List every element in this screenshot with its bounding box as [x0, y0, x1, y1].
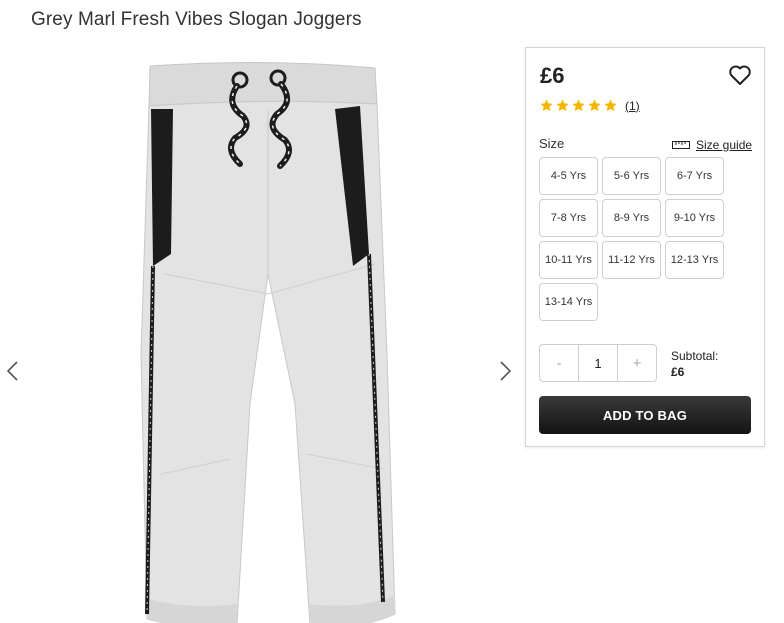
size-label: Size: [539, 136, 565, 151]
size-option-button[interactable]: 8-9 Yrs: [602, 199, 661, 237]
quantity-decrement-button[interactable]: -: [540, 345, 578, 381]
size-option-button[interactable]: 5-6 Yrs: [602, 157, 661, 195]
star-icon: [540, 99, 553, 112]
chevron-right-icon: [500, 361, 512, 381]
star-icon: [588, 99, 601, 112]
subtotal: Subtotal: £6: [671, 348, 718, 380]
wishlist-button[interactable]: [728, 64, 752, 86]
product-gallery: [0, 44, 520, 623]
size-option-button[interactable]: 6-7 Yrs: [665, 157, 724, 195]
size-option-button[interactable]: 10-11 Yrs: [539, 241, 598, 279]
add-to-bag-button[interactable]: ADD TO BAG: [539, 396, 751, 434]
review-count-link[interactable]: (1): [625, 99, 640, 113]
subtotal-label: Subtotal:: [671, 349, 719, 363]
subtotal-amount: £6: [671, 365, 685, 379]
star-icon: [604, 99, 617, 112]
size-option-button[interactable]: 13-14 Yrs: [539, 283, 598, 321]
chevron-left-icon: [6, 361, 18, 381]
gallery-next-button[interactable]: [494, 356, 516, 386]
quantity-increment-button[interactable]: +: [618, 345, 656, 381]
purchase-panel: £6 (1) Size Size guide 4-5 Yrs 5-6 Yrs 6-7…: [525, 47, 765, 447]
product-price: £6: [540, 63, 565, 88]
joggers-product-image: [140, 61, 396, 623]
size-option-button[interactable]: 7-8 Yrs: [539, 199, 598, 237]
ruler-icon: [672, 141, 690, 149]
size-option-button[interactable]: 11-12 Yrs: [602, 241, 661, 279]
heart-icon: [729, 65, 751, 85]
size-options: 4-5 Yrs 5-6 Yrs 6-7 Yrs 7-8 Yrs 8-9 Yrs 9-10 …: [539, 157, 729, 321]
size-option-button[interactable]: 12-13 Yrs: [665, 241, 724, 279]
product-rating: (1): [539, 98, 640, 113]
gallery-prev-button[interactable]: [2, 356, 24, 386]
star-rating: [539, 98, 618, 113]
size-option-button[interactable]: 9-10 Yrs: [665, 199, 724, 237]
size-guide-label: Size guide: [696, 138, 753, 152]
size-option-button[interactable]: 4-5 Yrs: [539, 157, 598, 195]
star-icon: [556, 99, 569, 112]
product-title: Grey Marl Fresh Vibes Slogan Joggers: [31, 9, 362, 30]
star-icon: [572, 99, 585, 112]
quantity-value[interactable]: 1: [578, 345, 618, 381]
quantity-stepper: - 1 +: [539, 344, 657, 382]
size-guide-link[interactable]: Size guide: [672, 138, 752, 152]
